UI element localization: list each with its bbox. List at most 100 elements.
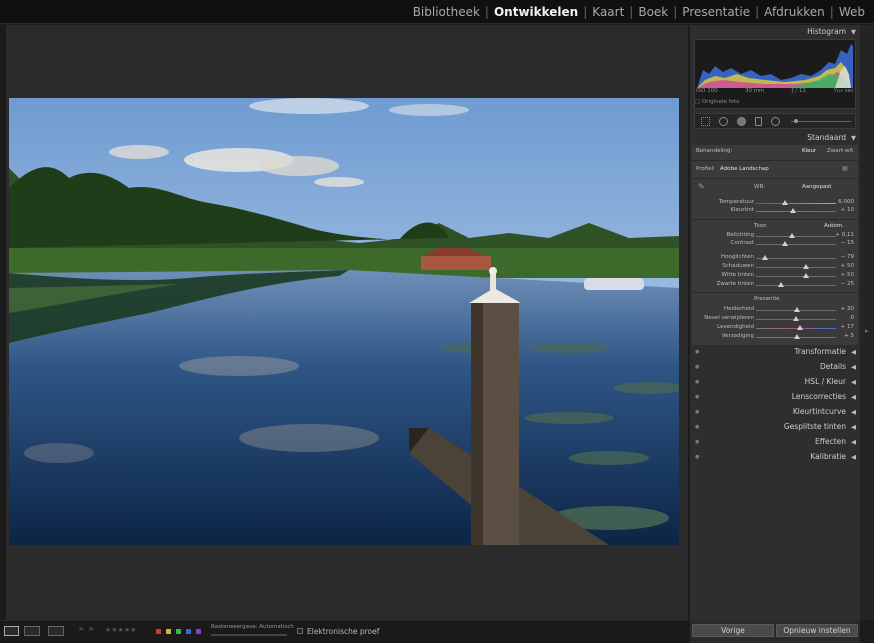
- spot-removal-icon[interactable]: [719, 117, 728, 126]
- exposure-knob[interactable]: [789, 233, 795, 238]
- shadows-track[interactable]: [756, 267, 836, 268]
- basic-panel-header[interactable]: Standaard ▼: [690, 131, 860, 145]
- panel-lens-corrections[interactable]: ● Lenscorrecties ◀: [690, 390, 860, 404]
- purple-label-icon[interactable]: [196, 629, 201, 634]
- highlights-track[interactable]: [756, 258, 836, 259]
- expand-triangle-icon[interactable]: ◀: [851, 390, 856, 404]
- dehaze-value[interactable]: 0: [851, 315, 855, 321]
- profile-grid-icon[interactable]: ▦: [842, 165, 848, 172]
- brush-slider-knob[interactable]: [794, 119, 798, 123]
- temperature-value[interactable]: 6.000: [838, 199, 854, 205]
- expand-triangle-icon[interactable]: ◀: [851, 420, 856, 434]
- temperature-track[interactable]: [756, 203, 836, 204]
- grid-overlay-slider[interactable]: [211, 634, 287, 636]
- exposure-track[interactable]: [756, 236, 836, 237]
- red-label-icon[interactable]: [156, 629, 161, 634]
- collapse-triangle-icon[interactable]: ▼: [851, 25, 856, 39]
- shadows-knob[interactable]: [803, 264, 809, 269]
- flag-icon[interactable]: ⚑: [78, 626, 84, 634]
- brush-slider-track[interactable]: [791, 121, 851, 122]
- loupe-view-icon[interactable]: [4, 626, 19, 636]
- before-after-split-icon[interactable]: [48, 626, 64, 636]
- vibrance-knob[interactable]: [797, 325, 803, 330]
- contrast-value[interactable]: − 15: [841, 240, 854, 246]
- clarity-knob[interactable]: [794, 307, 800, 312]
- module-presentatie[interactable]: Presentatie: [677, 5, 755, 19]
- clarity-value[interactable]: + 30: [841, 306, 854, 312]
- dehaze-knob[interactable]: [793, 316, 799, 321]
- blacks-track[interactable]: [756, 285, 836, 286]
- wb-eyedropper-icon[interactable]: ✎: [698, 182, 705, 191]
- panel-split-toning[interactable]: ● Gesplitste tinten ◀: [690, 420, 860, 434]
- panel-hsl[interactable]: ● HSL / Kleur ◀: [690, 375, 860, 389]
- green-label-icon[interactable]: [176, 629, 181, 634]
- blacks-value[interactable]: − 25: [841, 281, 854, 287]
- whites-knob[interactable]: [803, 273, 809, 278]
- slider-contrast[interactable]: Contrast − 15: [692, 239, 858, 249]
- saturation-value[interactable]: + 5: [844, 333, 854, 339]
- red-eye-icon[interactable]: [737, 117, 746, 126]
- expand-triangle-icon[interactable]: ◀: [851, 345, 856, 359]
- panel-effects[interactable]: ● Effecten ◀: [690, 435, 860, 449]
- module-boek[interactable]: Boek: [633, 5, 673, 19]
- reset-button[interactable]: Opnieuw instellen: [776, 624, 858, 637]
- treatment-color[interactable]: Kleur: [802, 148, 816, 154]
- exposure-value[interactable]: + 0,11: [835, 232, 854, 238]
- panel-transform[interactable]: ● Transformatie ◀: [690, 345, 860, 359]
- panel-toggle-arrow-icon[interactable]: ▸: [865, 327, 869, 335]
- expand-triangle-icon[interactable]: ◀: [851, 435, 856, 449]
- panel-tone-curve[interactable]: ● Kleurtintcurve ◀: [690, 405, 860, 419]
- blue-label-icon[interactable]: [186, 629, 191, 634]
- focal-length: 30 mm: [744, 88, 765, 94]
- wb-select[interactable]: Aangepast: [802, 184, 831, 190]
- saturation-knob[interactable]: [794, 334, 800, 339]
- slider-tint[interactable]: Kleurtint + 10: [692, 206, 858, 216]
- auto-tone-button[interactable]: Autom.: [824, 223, 844, 229]
- expand-triangle-icon[interactable]: ◀: [851, 450, 856, 464]
- radial-filter-icon[interactable]: [771, 117, 780, 126]
- soft-proof-checkbox[interactable]: [297, 628, 303, 634]
- contrast-knob[interactable]: [782, 241, 788, 246]
- module-afdrukken[interactable]: Afdrukken: [759, 5, 830, 19]
- original-photo-checkbox[interactable]: ▢ Originele foto: [695, 99, 739, 105]
- reject-flag-icon[interactable]: ⚑: [88, 626, 94, 634]
- grid-overlay-label[interactable]: Rasterweergave: Automatisch: [211, 624, 294, 630]
- expand-triangle-icon[interactable]: ◀: [851, 375, 856, 389]
- module-ontwikkelen[interactable]: Ontwikkelen: [489, 5, 583, 19]
- blacks-knob[interactable]: [778, 282, 784, 287]
- graduated-filter-icon[interactable]: [755, 117, 762, 126]
- hsl-title: HSL / Kleur: [804, 377, 846, 386]
- module-kaart[interactable]: Kaart: [587, 5, 629, 19]
- crop-icon[interactable]: [701, 117, 710, 126]
- temperature-knob[interactable]: [782, 200, 788, 205]
- highlights-value[interactable]: − 79: [841, 254, 854, 260]
- panel-calibration[interactable]: ● Kalibratie ◀: [690, 450, 860, 464]
- treatment-bw[interactable]: Zwart-wit: [827, 148, 853, 154]
- slider-saturation[interactable]: Verzadiging + 5: [692, 332, 858, 342]
- whites-track[interactable]: [756, 276, 836, 277]
- histogram-header[interactable]: Histogram ▼: [690, 25, 860, 39]
- rating-stars-icon[interactable]: ★★★★★: [105, 626, 136, 634]
- whites-value[interactable]: + 50: [841, 272, 854, 278]
- expand-triangle-icon[interactable]: ◀: [851, 405, 856, 419]
- module-bibliotheek[interactable]: Bibliotheek: [408, 5, 485, 19]
- shadows-value[interactable]: + 50: [841, 263, 854, 269]
- profile-select[interactable]: Adobe Landschap: [720, 166, 769, 172]
- collapse-triangle-icon[interactable]: ▼: [851, 131, 856, 145]
- expand-triangle-icon[interactable]: ◀: [851, 360, 856, 374]
- vibrance-track[interactable]: [756, 328, 836, 329]
- tint-track[interactable]: [756, 211, 836, 212]
- right-edge-strip[interactable]: ▸: [860, 25, 874, 620]
- tint-value[interactable]: + 10: [841, 207, 854, 213]
- vibrance-value[interactable]: + 17: [841, 324, 854, 330]
- aperture: ƒ / 11: [791, 88, 806, 94]
- before-after-icon[interactable]: [24, 626, 40, 636]
- previous-button[interactable]: Vorige: [692, 624, 774, 637]
- module-web[interactable]: Web: [834, 5, 870, 19]
- slider-blacks[interactable]: Zwarte tinten − 25: [692, 280, 858, 290]
- tint-knob[interactable]: [790, 208, 796, 213]
- highlights-knob[interactable]: [762, 255, 768, 260]
- yellow-label-icon[interactable]: [166, 629, 171, 634]
- contrast-track[interactable]: [756, 244, 836, 245]
- panel-details[interactable]: ● Details ◀: [690, 360, 860, 374]
